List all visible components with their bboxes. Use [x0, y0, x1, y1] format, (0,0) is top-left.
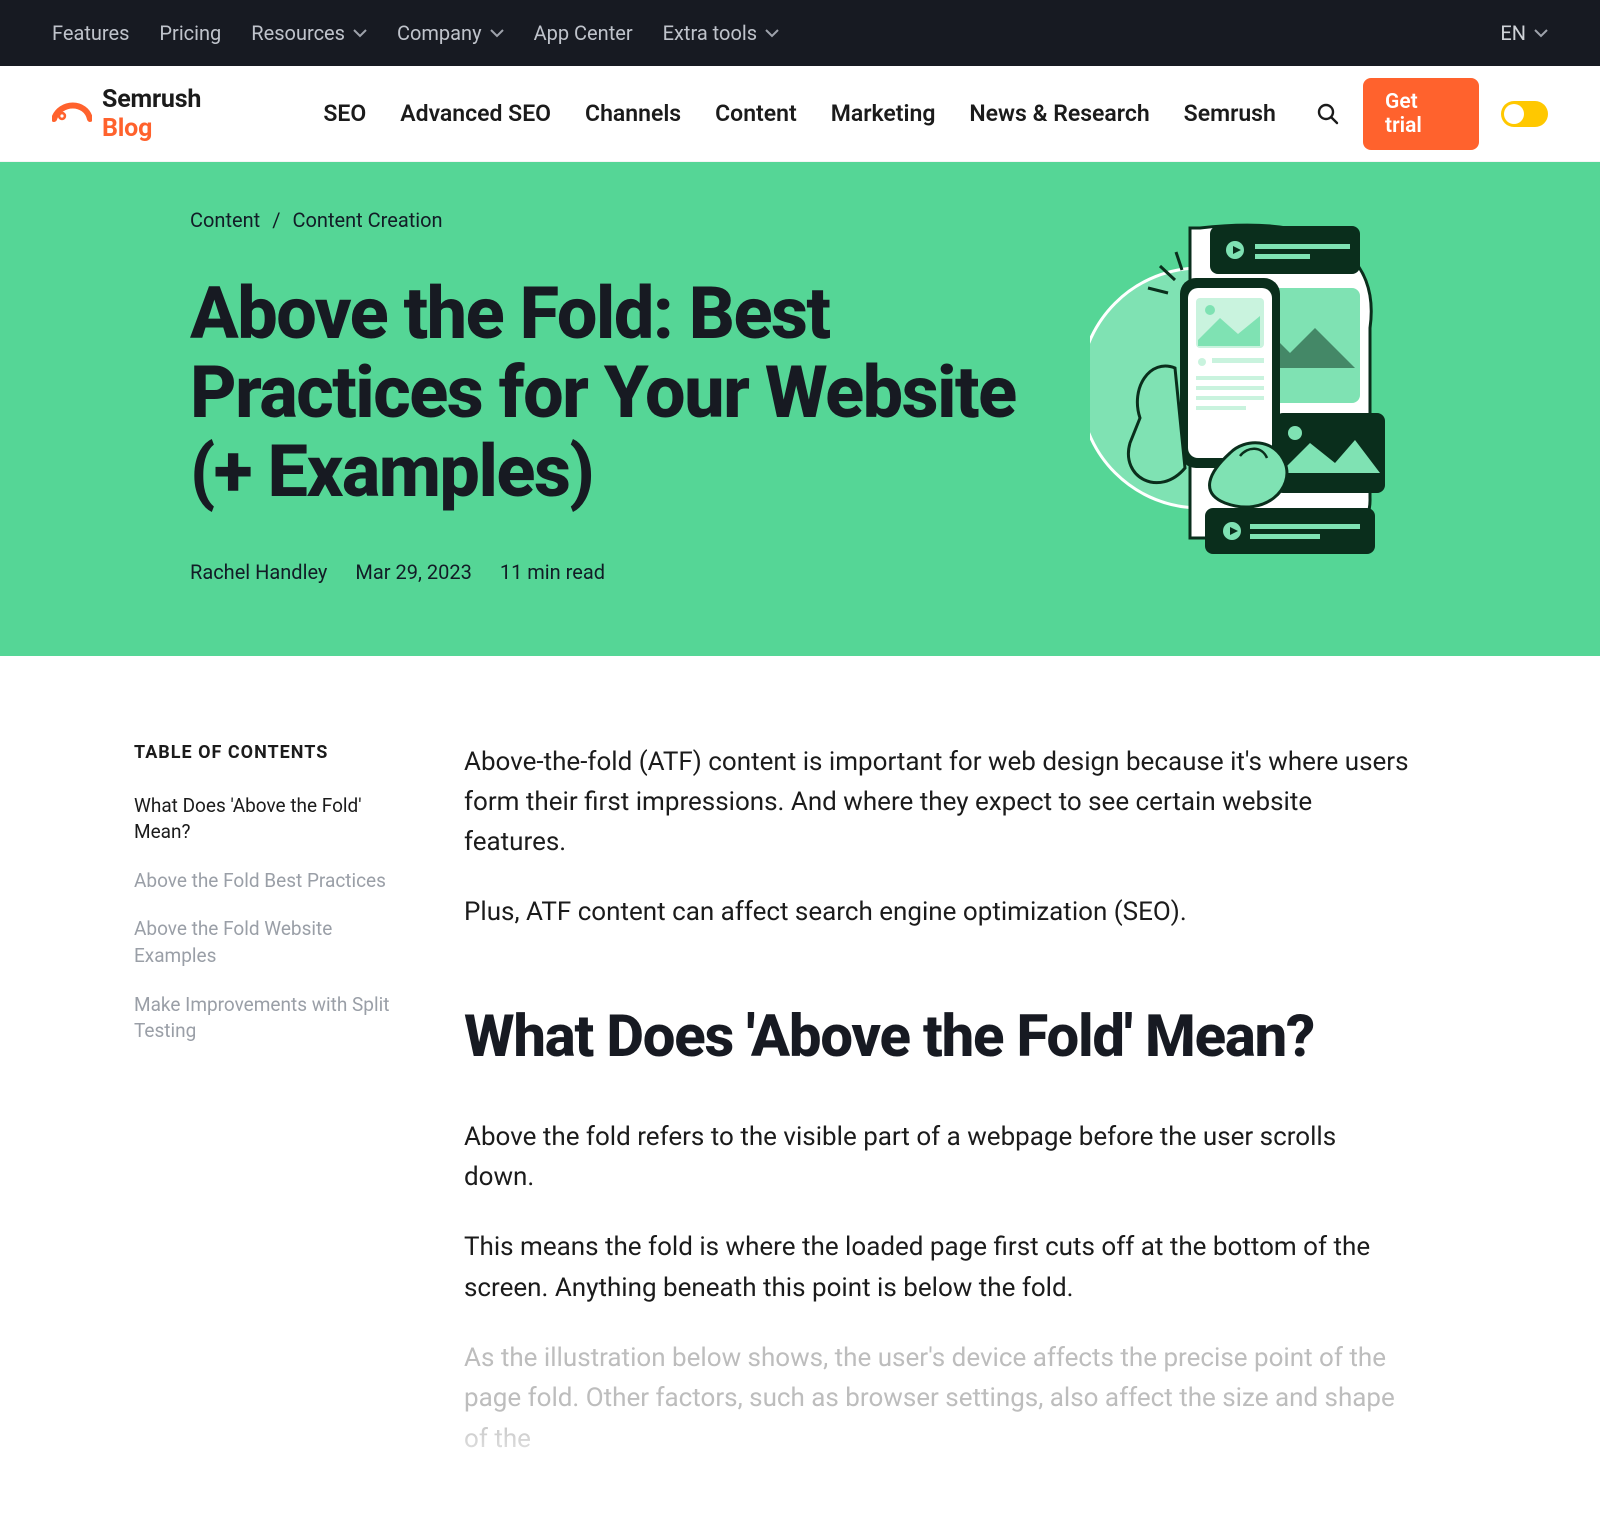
nav-actions: Get trial: [1316, 78, 1548, 150]
topnav-pricing[interactable]: Pricing: [159, 21, 221, 45]
intro-paragraph-2: Plus, ATF content can affect search engi…: [464, 892, 1410, 932]
language-selector[interactable]: EN: [1500, 21, 1548, 45]
main-navbar: Semrush Blog SEO Advanced SEO Channels C…: [0, 66, 1600, 162]
hero: Content / Content Creation Above the Fol…: [0, 162, 1600, 656]
nav-content[interactable]: Content: [715, 100, 797, 127]
chevron-down-icon: [490, 28, 504, 38]
theme-toggle[interactable]: [1501, 101, 1548, 127]
nav-news-research[interactable]: News & Research: [969, 100, 1149, 127]
language-label: EN: [1500, 21, 1526, 45]
intro-paragraph-1: Above-the-fold (ATF) content is importan…: [464, 742, 1410, 863]
nav-semrush[interactable]: Semrush: [1184, 100, 1276, 127]
author-name[interactable]: Rachel Handley: [190, 560, 327, 584]
chevron-down-icon: [765, 28, 779, 38]
breadcrumb-item-creation[interactable]: Content Creation: [292, 208, 442, 232]
nav-seo[interactable]: SEO: [323, 100, 366, 127]
breadcrumb-separator: /: [272, 208, 280, 232]
topnav-extratools[interactable]: Extra tools: [663, 21, 779, 45]
topnav-company-label: Company: [397, 21, 482, 45]
read-time: 11 min read: [500, 560, 605, 584]
brand-suffix: Blog: [102, 114, 152, 143]
topnav-appcenter[interactable]: App Center: [534, 21, 633, 45]
breadcrumb-item-content[interactable]: Content: [190, 208, 260, 232]
nav-advanced-seo[interactable]: Advanced SEO: [400, 100, 551, 127]
body-paragraph-5-faded: As the illustration below shows, the use…: [464, 1338, 1410, 1459]
toc-heading: TABLE OF CONTENTS: [134, 742, 404, 763]
article-meta: Rachel Handley Mar 29, 2023 11 min read: [190, 560, 1030, 584]
main-nav-links: SEO Advanced SEO Channels Content Market…: [323, 100, 1275, 127]
toc-item-website-examples[interactable]: Above the Fold Website Examples: [134, 916, 404, 969]
search-icon[interactable]: [1316, 101, 1341, 127]
article-body: Above-the-fold (ATF) content is importan…: [464, 742, 1410, 1489]
hero-illustration: [1090, 218, 1410, 558]
chevron-down-icon: [353, 28, 367, 38]
article-layout: TABLE OF CONTENTS What Does 'Above the F…: [80, 656, 1520, 1489]
chevron-down-icon: [1534, 28, 1548, 38]
topbar-left: Features Pricing Resources Company App C…: [52, 21, 779, 45]
semrush-logo-icon: [52, 99, 92, 129]
nav-marketing[interactable]: Marketing: [831, 100, 936, 127]
page-title: Above the Fold: Best Practices for Your …: [190, 274, 1030, 512]
topnav-resources[interactable]: Resources: [251, 21, 367, 45]
topnav-company[interactable]: Company: [397, 21, 504, 45]
global-topbar: Features Pricing Resources Company App C…: [0, 0, 1600, 66]
breadcrumb: Content / Content Creation: [190, 208, 1030, 232]
topnav-extratools-label: Extra tools: [663, 21, 757, 45]
topnav-resources-label: Resources: [251, 21, 345, 45]
table-of-contents: TABLE OF CONTENTS What Does 'Above the F…: [134, 742, 404, 1489]
nav-channels[interactable]: Channels: [585, 100, 681, 127]
toc-item-what-does-mean[interactable]: What Does 'Above the Fold' Mean?: [134, 793, 404, 846]
body-paragraph-4: This means the fold is where the loaded …: [464, 1227, 1410, 1308]
brand-logo[interactable]: Semrush Blog: [52, 85, 253, 143]
brand-name: Semrush: [102, 85, 201, 114]
get-trial-button[interactable]: Get trial: [1363, 78, 1479, 150]
topnav-features[interactable]: Features: [52, 21, 129, 45]
toc-item-best-practices[interactable]: Above the Fold Best Practices: [134, 868, 404, 895]
section-heading-what-does-mean: What Does 'Above the Fold' Mean?: [464, 1003, 1410, 1071]
body-paragraph-3: Above the fold refers to the visible par…: [464, 1117, 1410, 1198]
toc-item-split-testing[interactable]: Make Improvements with Split Testing: [134, 992, 404, 1045]
publish-date: Mar 29, 2023: [355, 560, 471, 584]
